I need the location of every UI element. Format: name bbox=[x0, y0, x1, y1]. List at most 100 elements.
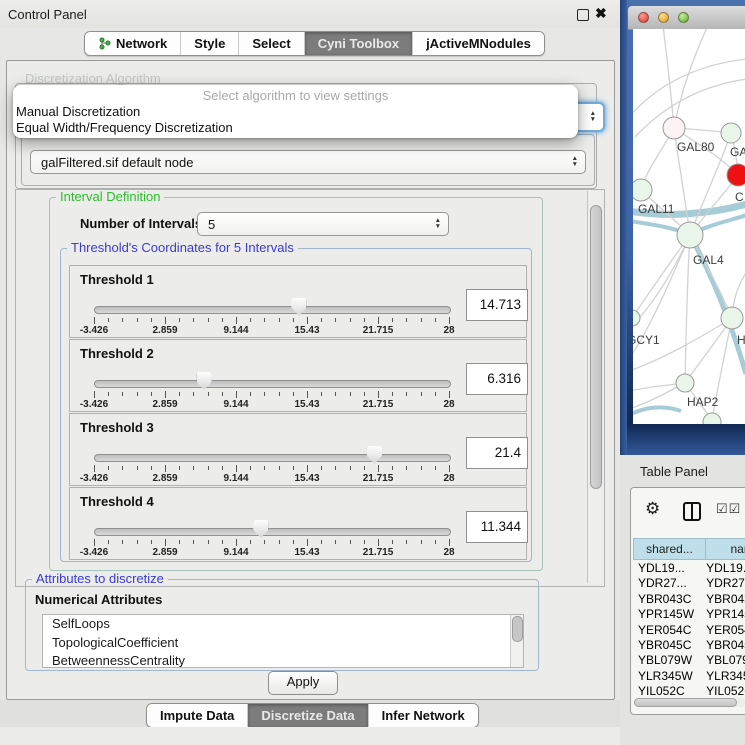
attribute-list-item[interactable]: SelfLoops bbox=[43, 615, 523, 634]
table-row[interactable]: YER054CYER054C bbox=[633, 623, 745, 638]
tick-mark bbox=[378, 391, 379, 398]
cell-name[interactable]: YLR345W bbox=[702, 669, 745, 684]
tick-label: 2.859 bbox=[140, 325, 190, 336]
cell-name[interactable]: YBL079W bbox=[702, 653, 745, 668]
cell-name[interactable]: YBR043C bbox=[702, 592, 745, 607]
slider-track[interactable] bbox=[94, 306, 451, 314]
network-node[interactable] bbox=[633, 310, 640, 326]
network-node[interactable] bbox=[633, 179, 652, 201]
tab-discretize-data[interactable]: Discretize Data bbox=[247, 704, 367, 727]
network-edge[interactable] bbox=[633, 59, 745, 117]
tab-select[interactable]: Select bbox=[238, 32, 303, 55]
tick-label: 9.144 bbox=[211, 399, 261, 410]
tick-mark bbox=[193, 392, 194, 396]
horizontal-scrollbar[interactable] bbox=[634, 698, 745, 707]
scrollbar-thumb[interactable] bbox=[634, 698, 737, 707]
dropdown-item-equal-width[interactable]: Equal Width/Frequency Discretization bbox=[13, 120, 578, 136]
node-label: GCY1 bbox=[633, 333, 660, 347]
column-header-name[interactable]: name bbox=[706, 538, 745, 560]
tab-style[interactable]: Style bbox=[180, 32, 238, 55]
threshold-value-field[interactable]: 6.316 bbox=[466, 363, 528, 395]
cell-shared-name[interactable]: YBL079W bbox=[633, 653, 702, 668]
gear-icon[interactable]: ⚙ bbox=[645, 500, 660, 517]
float-window-icon[interactable] bbox=[577, 9, 589, 21]
threshold-value-field[interactable]: 14.713 bbox=[466, 289, 528, 321]
dropdown-item-manual[interactable]: Manual Discretization bbox=[13, 104, 578, 120]
table-data-select[interactable]: galFiltered.sif default node ▲▼ bbox=[30, 150, 586, 174]
application: Control Panel ✖ Network Style Select Cyn… bbox=[0, 0, 745, 745]
tab-label: jActiveMNodules bbox=[426, 32, 531, 55]
cell-name[interactable]: YER054C bbox=[702, 623, 745, 638]
cell-shared-name[interactable]: YER054C bbox=[633, 623, 702, 638]
cell-name[interactable]: YDL19... bbox=[702, 561, 745, 576]
tick-label: 9.144 bbox=[211, 547, 261, 558]
slider-track[interactable] bbox=[94, 380, 451, 388]
cell-shared-name[interactable]: YBR043C bbox=[633, 592, 702, 607]
threshold-label: Threshold 2 bbox=[80, 346, 154, 361]
list-scrollbar-thumb[interactable] bbox=[512, 616, 523, 642]
cell-name[interactable]: YDR27... bbox=[702, 576, 745, 591]
table-row[interactable]: YDR27...YDR27... bbox=[633, 576, 745, 591]
network-edge[interactable] bbox=[633, 235, 690, 329]
network-edge[interactable] bbox=[685, 235, 690, 383]
table-row[interactable]: YLR345WYLR345W bbox=[633, 669, 745, 684]
columns-icon[interactable] bbox=[683, 502, 701, 521]
zoom-button[interactable] bbox=[678, 12, 689, 23]
slider-track[interactable] bbox=[94, 454, 451, 462]
attribute-list-item[interactable]: BetweennessCentrality bbox=[43, 652, 523, 668]
tick-mark bbox=[208, 466, 209, 470]
table-row[interactable]: YPR145WYPR145W bbox=[633, 607, 745, 622]
list-scrollbar[interactable] bbox=[510, 615, 523, 667]
tab-infer-network[interactable]: Infer Network bbox=[368, 704, 478, 727]
attribute-list-item[interactable]: TopologicalCoefficient bbox=[43, 634, 523, 653]
tick-mark bbox=[435, 466, 436, 470]
cell-shared-name[interactable]: YDR27... bbox=[633, 576, 702, 591]
tab-network[interactable]: Network bbox=[85, 32, 180, 55]
network-canvas[interactable]: GAL80GACGAL11GAL4GCY1HHAP2 bbox=[633, 29, 745, 424]
threshold-value-field[interactable]: 21.4 bbox=[466, 437, 528, 469]
network-edge[interactable] bbox=[633, 235, 690, 318]
network-edge[interactable] bbox=[663, 29, 674, 128]
vertical-scrollbar[interactable] bbox=[587, 191, 602, 583]
tick-mark bbox=[321, 466, 322, 470]
network-node[interactable] bbox=[721, 307, 743, 329]
threshold-value-field[interactable]: 11.344 bbox=[466, 511, 528, 543]
network-node[interactable] bbox=[677, 222, 703, 248]
table-row[interactable]: YBL079WYBL079W bbox=[633, 653, 745, 668]
slider-track[interactable] bbox=[94, 528, 451, 536]
apply-button[interactable]: Apply bbox=[268, 671, 338, 695]
cell-shared-name[interactable]: YPR145W bbox=[633, 607, 702, 622]
tab-jactivemnodules[interactable]: jActiveMNodules bbox=[412, 32, 544, 55]
close-icon[interactable]: ✖ bbox=[595, 5, 607, 22]
checkbox-icons[interactable]: ☑☑ bbox=[716, 501, 741, 517]
network-graph: GAL80GACGAL11GAL4GCY1HHAP2 bbox=[633, 29, 745, 424]
cell-name[interactable]: YBR045C bbox=[702, 638, 745, 653]
tick-mark bbox=[307, 465, 308, 472]
tab-impute-data[interactable]: Impute Data bbox=[147, 704, 247, 727]
network-node[interactable] bbox=[663, 117, 685, 139]
tick-mark bbox=[392, 318, 393, 322]
network-node[interactable] bbox=[703, 413, 721, 424]
minimize-button[interactable] bbox=[658, 12, 669, 23]
network-node[interactable] bbox=[676, 374, 694, 392]
tick-mark bbox=[122, 540, 123, 544]
network-node[interactable] bbox=[727, 164, 745, 186]
tick-mark bbox=[350, 318, 351, 322]
cell-shared-name[interactable]: YDL19... bbox=[633, 561, 702, 576]
cell-name[interactable]: YPR145W bbox=[702, 607, 745, 622]
column-header-shared-name[interactable]: shared... bbox=[633, 538, 706, 560]
table-row[interactable]: YBR045CYBR045C bbox=[633, 638, 745, 653]
network-node[interactable] bbox=[721, 123, 741, 143]
tab-cyni-toolbox[interactable]: Cyni Toolbox bbox=[304, 32, 412, 55]
network-window-titlebar[interactable] bbox=[628, 6, 745, 30]
table-row[interactable]: YBR043CYBR043C bbox=[633, 592, 745, 607]
dropdown-prompt: Select algorithm to view settings bbox=[13, 87, 578, 104]
table-row[interactable]: YDL19...YDL19... bbox=[633, 561, 745, 576]
close-button[interactable] bbox=[638, 12, 649, 23]
num-intervals-select[interactable]: 5 ▲▼ bbox=[197, 212, 449, 236]
cell-shared-name[interactable]: YLR345W bbox=[633, 669, 702, 684]
scrollbar-thumb[interactable] bbox=[590, 205, 602, 489]
attributes-list[interactable]: SelfLoopsTopologicalCoefficientBetweenne… bbox=[42, 614, 524, 668]
cell-shared-name[interactable]: YBR045C bbox=[633, 638, 702, 653]
network-edge[interactable] bbox=[633, 408, 681, 415]
